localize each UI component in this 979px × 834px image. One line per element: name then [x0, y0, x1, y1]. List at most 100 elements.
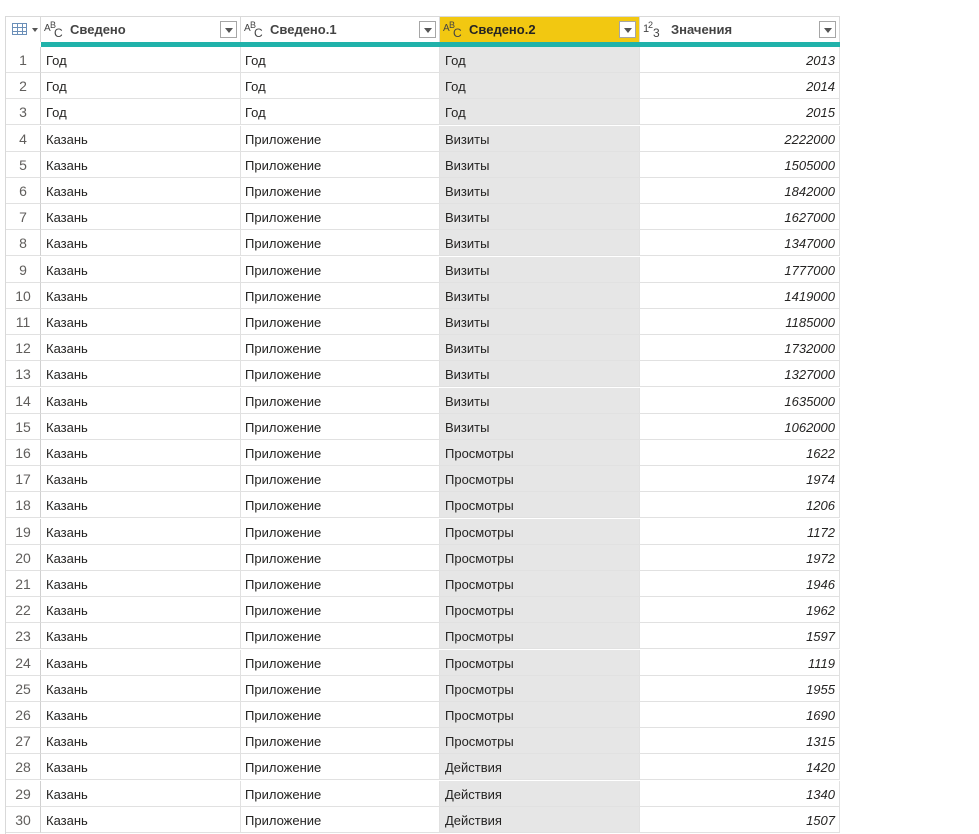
cell-znacheniya[interactable]: 1062000	[640, 413, 840, 440]
cell-svedeno-1[interactable]: Приложение	[241, 413, 440, 440]
table-row[interactable]: 8 Казань Приложение Визиты 1347000	[6, 230, 840, 257]
cell-znacheniya[interactable]: 1327000	[640, 361, 840, 388]
table-row[interactable]: 20 Казань Приложение Просмотры 1972	[6, 544, 840, 571]
cell-svedeno-2[interactable]: Визиты	[440, 151, 640, 178]
cell-svedeno-2[interactable]: Год	[440, 47, 640, 73]
cell-znacheniya[interactable]: 2013	[640, 47, 840, 73]
cell-svedeno[interactable]: Казань	[41, 623, 241, 650]
cell-svedeno[interactable]: Казань	[41, 178, 241, 204]
cell-svedeno-2[interactable]: Визиты	[440, 413, 640, 440]
table-row[interactable]: 21 Казань Приложение Просмотры 1946	[6, 571, 840, 597]
cell-svedeno[interactable]: Казань	[41, 151, 241, 178]
cell-znacheniya[interactable]: 1777000	[640, 256, 840, 283]
cell-svedeno-2[interactable]: Просмотры	[440, 466, 640, 493]
cell-znacheniya[interactable]: 1340	[640, 780, 840, 807]
table-row[interactable]: 24 Казань Приложение Просмотры 1119	[6, 649, 840, 676]
cell-svedeno-1[interactable]: Приложение	[241, 728, 440, 755]
cell-svedeno-1[interactable]: Приложение	[241, 387, 440, 414]
cell-svedeno-2[interactable]: Визиты	[440, 361, 640, 388]
filter-dropdown-button[interactable]	[419, 21, 436, 38]
cell-znacheniya[interactable]: 1627000	[640, 204, 840, 231]
cell-znacheniya[interactable]: 1419000	[640, 282, 840, 309]
table-row[interactable]: 7 Казань Приложение Визиты 1627000	[6, 204, 840, 231]
cell-svedeno-2[interactable]: Просмотры	[440, 544, 640, 571]
cell-svedeno-2[interactable]: Просмотры	[440, 623, 640, 650]
cell-svedeno-2[interactable]: Действия	[440, 780, 640, 807]
table-row[interactable]: 3 Год Год Год 2015	[6, 99, 840, 126]
filter-dropdown-button[interactable]	[819, 21, 836, 38]
table-row[interactable]: 26 Казань Приложение Просмотры 1690	[6, 702, 840, 728]
cell-svedeno-2[interactable]: Визиты	[440, 125, 640, 152]
cell-svedeno-2[interactable]: Визиты	[440, 178, 640, 204]
cell-svedeno[interactable]: Казань	[41, 780, 241, 807]
cell-znacheniya[interactable]: 1690	[640, 702, 840, 728]
cell-svedeno-1[interactable]: Приложение	[241, 309, 440, 335]
table-row[interactable]: 2 Год Год Год 2014	[6, 73, 840, 100]
cell-znacheniya[interactable]: 1635000	[640, 387, 840, 414]
filter-dropdown-button[interactable]	[619, 21, 636, 38]
number-type-icon[interactable]: 1 2 3	[643, 20, 665, 40]
table-row[interactable]: 30 Казань Приложение Действия 1507	[6, 806, 840, 833]
cell-znacheniya[interactable]: 1842000	[640, 178, 840, 204]
table-row[interactable]: 17 Казань Приложение Просмотры 1974	[6, 466, 840, 493]
cell-svedeno[interactable]: Казань	[41, 571, 241, 597]
cell-znacheniya[interactable]: 1622	[640, 440, 840, 466]
cell-znacheniya[interactable]: 1974	[640, 466, 840, 493]
cell-svedeno-1[interactable]: Приложение	[241, 702, 440, 728]
table-row[interactable]: 23 Казань Приложение Просмотры 1597	[6, 623, 840, 650]
table-row[interactable]: 28 Казань Приложение Действия 1420	[6, 754, 840, 781]
cell-znacheniya[interactable]: 1962	[640, 597, 840, 624]
cell-svedeno[interactable]: Казань	[41, 728, 241, 755]
cell-svedeno-1[interactable]: Приложение	[241, 806, 440, 833]
table-row[interactable]: 11 Казань Приложение Визиты 1185000	[6, 309, 840, 335]
cell-svedeno-1[interactable]: Приложение	[241, 623, 440, 650]
cell-svedeno[interactable]: Казань	[41, 309, 241, 335]
cell-znacheniya[interactable]: 1505000	[640, 151, 840, 178]
cell-svedeno[interactable]: Казань	[41, 492, 241, 519]
cell-svedeno-2[interactable]: Просмотры	[440, 597, 640, 624]
table-row[interactable]: 5 Казань Приложение Визиты 1505000	[6, 151, 840, 178]
table-row[interactable]: 9 Казань Приложение Визиты 1777000	[6, 256, 840, 283]
column-header-svedeno[interactable]: A B C Сведено	[41, 16, 241, 42]
cell-svedeno-1[interactable]: Приложение	[241, 256, 440, 283]
text-type-icon[interactable]: A B C	[443, 20, 465, 40]
cell-svedeno-2[interactable]: Просмотры	[440, 675, 640, 702]
cell-znacheniya[interactable]: 1972	[640, 544, 840, 571]
column-header-svedeno-1[interactable]: A B C Сведено.1	[241, 16, 440, 42]
cell-svedeno-1[interactable]: Приложение	[241, 597, 440, 624]
cell-svedeno-2[interactable]: Визиты	[440, 309, 640, 335]
cell-svedeno-1[interactable]: Год	[241, 99, 440, 126]
cell-svedeno-2[interactable]: Просмотры	[440, 518, 640, 545]
cell-svedeno[interactable]: Казань	[41, 256, 241, 283]
text-type-icon[interactable]: A B C	[44, 20, 66, 40]
filter-dropdown-button[interactable]	[220, 21, 237, 38]
cell-znacheniya[interactable]: 1315	[640, 728, 840, 755]
cell-svedeno-1[interactable]: Приложение	[241, 754, 440, 781]
cell-svedeno-2[interactable]: Действия	[440, 754, 640, 781]
cell-svedeno[interactable]: Казань	[41, 518, 241, 545]
cell-svedeno[interactable]: Казань	[41, 466, 241, 493]
cell-svedeno-1[interactable]: Год	[241, 73, 440, 100]
cell-svedeno-2[interactable]: Просмотры	[440, 728, 640, 755]
table-row[interactable]: 14 Казань Приложение Визиты 1635000	[6, 387, 840, 414]
cell-svedeno-1[interactable]: Приложение	[241, 151, 440, 178]
cell-svedeno[interactable]: Казань	[41, 544, 241, 571]
cell-svedeno[interactable]: Казань	[41, 754, 241, 781]
cell-svedeno-2[interactable]: Год	[440, 73, 640, 100]
cell-znacheniya[interactable]: 1172	[640, 518, 840, 545]
cell-svedeno-2[interactable]: Визиты	[440, 282, 640, 309]
cell-svedeno-1[interactable]: Приложение	[241, 466, 440, 493]
cell-svedeno-1[interactable]: Приложение	[241, 335, 440, 362]
cell-svedeno[interactable]: Год	[41, 99, 241, 126]
cell-svedeno[interactable]: Казань	[41, 335, 241, 362]
table-row[interactable]: 22 Казань Приложение Просмотры 1962	[6, 597, 840, 624]
cell-svedeno-1[interactable]: Приложение	[241, 361, 440, 388]
cell-znacheniya[interactable]: 1597	[640, 623, 840, 650]
text-type-icon[interactable]: A B C	[244, 20, 266, 40]
cell-svedeno[interactable]: Казань	[41, 282, 241, 309]
cell-svedeno-2[interactable]: Визиты	[440, 256, 640, 283]
cell-znacheniya[interactable]: 1185000	[640, 309, 840, 335]
cell-svedeno-2[interactable]: Просмотры	[440, 649, 640, 676]
table-row[interactable]: 19 Казань Приложение Просмотры 1172	[6, 518, 840, 545]
cell-svedeno-2[interactable]: Визиты	[440, 204, 640, 231]
